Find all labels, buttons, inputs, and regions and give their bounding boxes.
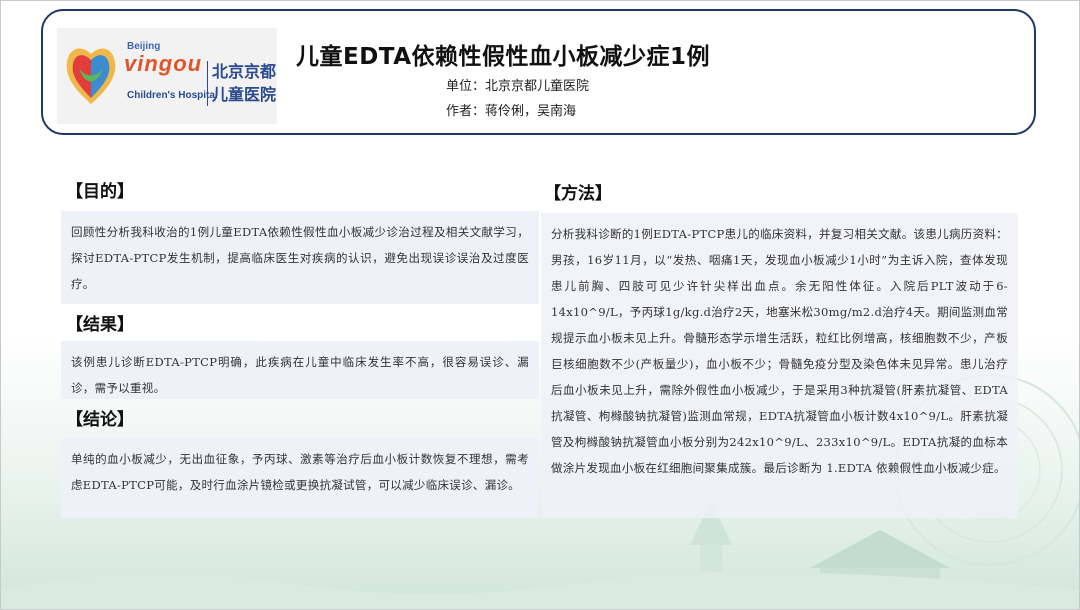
affiliation-line: 单位：北京京都儿童医院 xyxy=(446,75,589,94)
section-body-results: 该例患儿诊断EDTA-PTCP明确，此疾病在儿童中临床发生率不高，很容易误诊、漏… xyxy=(61,341,539,399)
section-title-conclusion: 【结论】 xyxy=(66,410,134,430)
authors-label: 作者： xyxy=(446,104,486,119)
logo-text-chinese: 北京京都儿童医院 xyxy=(212,62,277,104)
logo-text-english: Children's Hospital xyxy=(127,90,218,101)
section-title-results: 【结果】 xyxy=(66,315,134,335)
logo-divider xyxy=(207,61,208,106)
section-body-purpose: 回顾性分析我科收治的1例儿童EDTA依赖性假性血小板减少诊治过程及相关文献学习，… xyxy=(61,211,539,304)
section-title-methods: 【方法】 xyxy=(544,184,612,204)
authors-value: 蒋伶俐，吴南海 xyxy=(485,104,577,119)
section-body-methods: 分析我科诊断的1例EDTA-PTCP患儿的临床资料，并复习相关文献。该患儿病历资… xyxy=(541,213,1018,518)
heart-logo-icon xyxy=(66,48,116,104)
header-panel: Beijing vingou Children's Hospital 北京京都儿… xyxy=(41,9,1036,135)
authors-line: 作者：蒋伶俐，吴南海 xyxy=(446,100,576,119)
section-title-purpose: 【目的】 xyxy=(66,182,134,202)
section-body-conclusion: 单纯的血小板减少，无出血征象，予丙球、激素等治疗后血小板计数恢复不理想，需考虑E… xyxy=(61,438,539,518)
poster-page: Beijing vingou Children's Hospital 北京京都儿… xyxy=(0,0,1080,610)
affiliation-value: 北京京都儿童医院 xyxy=(485,79,590,94)
poster-title: 儿童EDTA依赖性假性血小板减少症1例 xyxy=(296,44,711,70)
affiliation-label: 单位： xyxy=(446,79,486,94)
logo-text-vingou: vingou xyxy=(124,51,203,76)
hospital-logo: Beijing vingou Children's Hospital 北京京都儿… xyxy=(57,28,277,124)
